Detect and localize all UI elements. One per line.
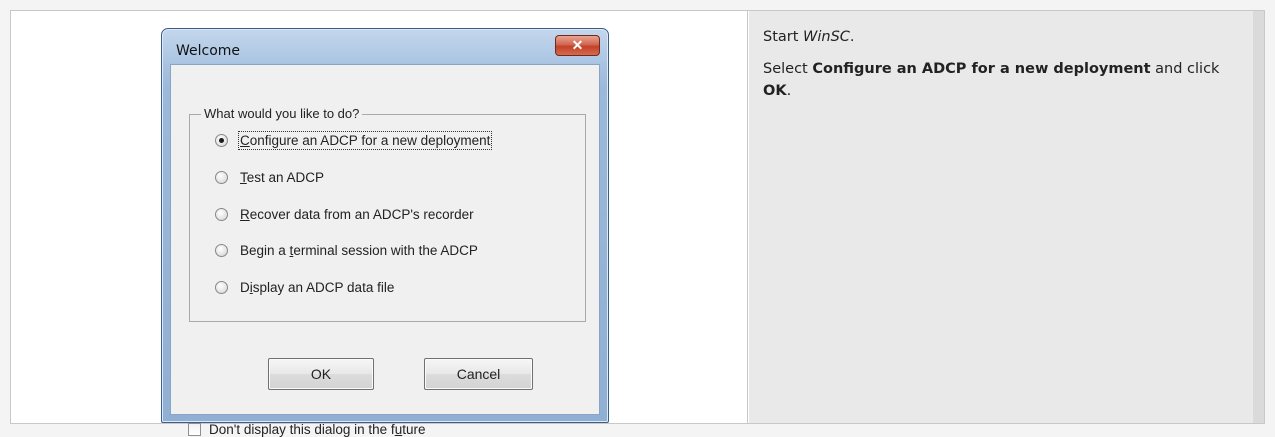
right-edge-strip xyxy=(1253,11,1264,423)
close-icon: ✕ xyxy=(571,37,584,53)
option-test[interactable]: Test an ADCP xyxy=(215,166,324,188)
option-recover[interactable]: Recover data from an ADCP's recorder xyxy=(215,203,474,225)
cancel-button[interactable]: Cancel xyxy=(424,358,533,390)
dialog-title: Welcome xyxy=(176,43,241,59)
dialog-titlebar[interactable]: Welcome ✕ xyxy=(162,29,608,65)
option-label: Recover data from an ADCP's recorder xyxy=(240,206,474,222)
checkbox-label: Don't display this dialog in the future xyxy=(209,422,426,437)
instruction-step-1: Start WinSC. xyxy=(763,29,855,45)
radio-button[interactable] xyxy=(215,133,228,147)
dialog-client-area: What would you like to do? Configure an … xyxy=(170,64,600,437)
group-label: What would you like to do? xyxy=(201,106,363,121)
radio-button[interactable] xyxy=(215,207,228,221)
welcome-dialog: Welcome ✕ What would you like to do? Con… xyxy=(161,28,609,437)
ok-button[interactable]: OK xyxy=(268,358,374,390)
screenshot-cell: Welcome ✕ What would you like to do? Con… xyxy=(11,11,748,437)
option-label: Display an ADCP data file xyxy=(240,279,395,295)
radio-button[interactable] xyxy=(215,280,228,294)
option-configure[interactable]: Configure an ADCP for a new deployment xyxy=(215,129,493,151)
instructions-cell: Start WinSC. Select Configure an ADCP fo… xyxy=(749,11,1254,423)
option-terminal[interactable]: Begin a terminal session with the ADCP xyxy=(215,239,478,261)
dont-display-checkbox[interactable] xyxy=(188,423,201,436)
instruction-step-2: Select Configure an ADCP for a new deplo… xyxy=(763,61,1220,99)
close-button[interactable]: ✕ xyxy=(555,35,600,56)
dont-display-checkbox-row[interactable]: Don't display this dialog in the future xyxy=(188,422,425,437)
option-display[interactable]: Display an ADCP data file xyxy=(215,276,394,298)
content-table: Welcome ✕ What would you like to do? Con… xyxy=(10,10,1265,437)
radio-button[interactable] xyxy=(215,243,228,257)
option-label: Begin a terminal session with the ADCP xyxy=(240,242,478,258)
option-label: Configure an ADCP for a new deployment xyxy=(237,130,493,150)
option-label: Test an ADCP xyxy=(240,169,325,185)
radio-button[interactable] xyxy=(215,170,228,184)
